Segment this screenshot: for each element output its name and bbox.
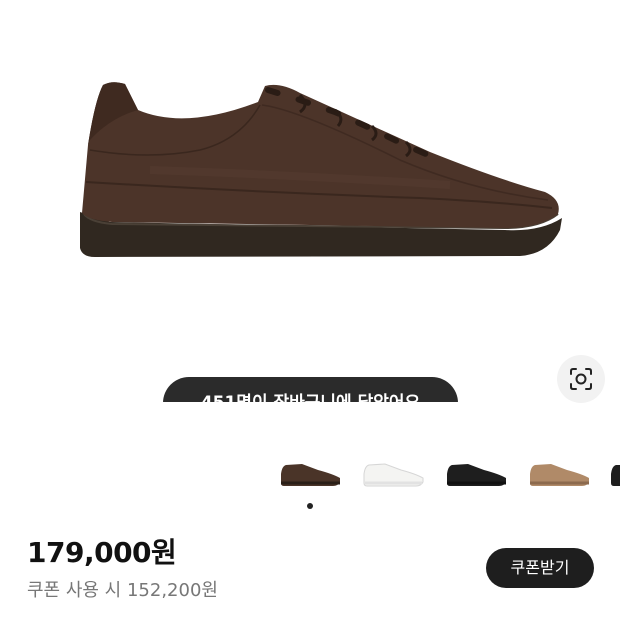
image-search-button[interactable] [557,355,605,403]
color-option-list [0,440,620,500]
color-option-tan[interactable] [527,448,593,488]
get-coupon-button[interactable]: 쿠폰받기 [486,548,594,588]
carousel-page-indicator [307,503,313,509]
get-coupon-button-label: 쿠폰받기 [510,558,570,577]
lens-scan-icon [570,368,592,390]
sneaker-image [80,82,562,257]
product-price: 179,000원 [27,536,177,569]
product-image[interactable] [0,0,620,400]
color-option-brown[interactable] [278,448,344,488]
color-option-black-partial[interactable] [608,448,620,488]
color-option-white[interactable] [361,448,427,488]
color-option-black[interactable] [444,448,510,488]
coupon-applied-price: 쿠폰 사용 시 152,200원 [27,580,218,601]
